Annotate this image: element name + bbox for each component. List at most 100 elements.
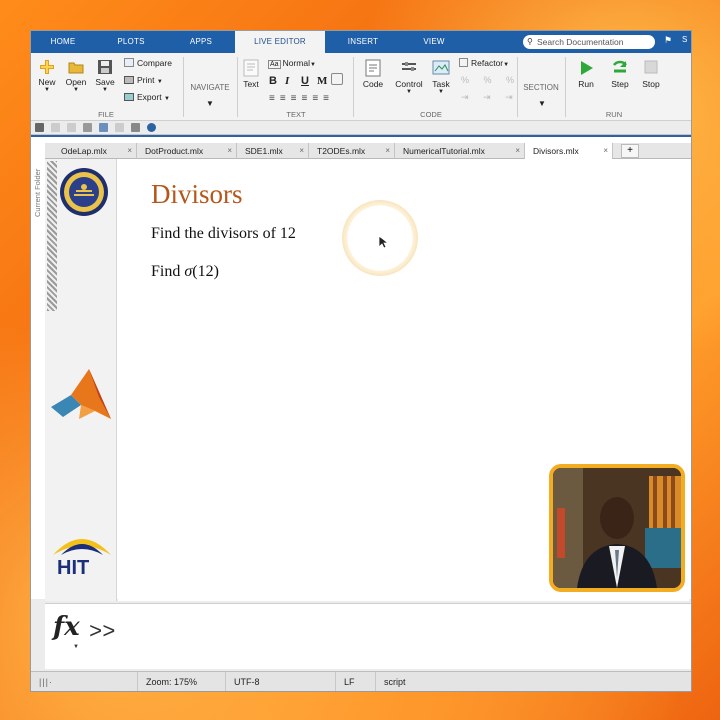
file-tab-t2odes[interactable]: T2ODEs.mlx ×: [309, 143, 395, 159]
control-button[interactable]: Control ▼: [391, 59, 427, 95]
copy-icon[interactable]: [67, 123, 76, 132]
undo-icon[interactable]: [99, 123, 108, 132]
section-bar: [47, 161, 57, 311]
run-button[interactable]: Run: [573, 59, 599, 89]
line-ending-status: LF: [335, 672, 375, 691]
code-icon: [365, 59, 381, 77]
command-prompt: >>: [89, 620, 116, 645]
style-dropdown[interactable]: Aa Normal▼: [268, 58, 316, 69]
export-icon: [124, 93, 134, 101]
file-tabs: OdeLap.mlx × DotProduct.mlx × SDE1.mlx × T2…: [45, 143, 691, 159]
close-icon[interactable]: ×: [603, 143, 608, 159]
document-line-1[interactable]: Find the divisors of 12: [151, 225, 296, 243]
close-icon[interactable]: ×: [299, 143, 304, 159]
chevron-down-icon: ▼: [73, 87, 79, 93]
tab-apps[interactable]: APPS: [167, 31, 235, 53]
tab-plots[interactable]: PLOTS: [95, 31, 167, 53]
line2-suffix: (12): [192, 263, 219, 280]
paragraph-format-icons[interactable]: ≡≡≡≡≡≡: [269, 93, 334, 104]
control-label: Control: [395, 79, 423, 89]
new-button[interactable]: New ▼: [35, 59, 59, 93]
close-icon[interactable]: ×: [227, 143, 232, 159]
university-seal-logo: [60, 168, 108, 216]
document-title[interactable]: Divisors: [151, 179, 243, 210]
command-window[interactable]: fx ▼ >>: [45, 603, 691, 669]
chevron-down-icon: ▼: [163, 96, 170, 102]
new-tab-button[interactable]: +: [621, 144, 639, 158]
refactor-dropdown[interactable]: Refactor▼: [459, 58, 509, 68]
presenter-video: [553, 468, 681, 588]
run-group-label: RUN: [605, 110, 623, 119]
step-button[interactable]: Step: [607, 59, 633, 89]
file-tab-divisors[interactable]: Divisors.mlx ×: [525, 143, 613, 159]
chevron-down-icon: ▼: [438, 89, 444, 95]
line2-prefix: Find: [151, 263, 185, 280]
monospace-button[interactable]: M: [317, 75, 327, 87]
code-button[interactable]: Code: [359, 59, 387, 89]
chevron-down-icon: ▼: [156, 79, 163, 85]
tab-insert[interactable]: INSERT: [325, 31, 401, 53]
file-tab-sde1[interactable]: SDE1.mlx ×: [237, 143, 309, 159]
export-button[interactable]: Export ▼: [124, 92, 170, 102]
switch-window-icon[interactable]: [131, 123, 140, 132]
function-browser-icon[interactable]: fx: [53, 612, 80, 642]
paste-icon[interactable]: [83, 123, 92, 132]
chevron-down-icon: ▼: [503, 62, 510, 68]
encoding-status: UTF-8: [225, 672, 335, 691]
section-label: SECTION: [523, 83, 559, 92]
save-label: Save: [95, 77, 115, 87]
task-icon: [432, 60, 450, 75]
refactor-icon: [459, 58, 468, 67]
tab-view[interactable]: VIEW: [401, 31, 467, 53]
navigate-dropdown[interactable]: ▼: [201, 99, 219, 108]
current-folder-tab[interactable]: Current Folder: [33, 147, 45, 217]
matlab-window: HOME PLOTS APPS LIVE EDITOR INSERT VIEW …: [30, 30, 692, 692]
style-icon: Aa: [268, 60, 281, 69]
open-button[interactable]: Open ▼: [63, 59, 89, 93]
search-documentation-input[interactable]: ⚲ Search Documentation: [523, 35, 655, 49]
account-menu[interactable]: S: [682, 35, 687, 44]
task-label: Task: [432, 79, 450, 89]
file-tab-odelap[interactable]: OdeLap.mlx ×: [53, 143, 137, 159]
export-label: Export: [137, 92, 162, 102]
ribbon-divider: [353, 57, 354, 117]
italic-button[interactable]: I: [285, 75, 289, 87]
text-icon: [243, 59, 259, 77]
chevron-down-icon: ▼: [102, 87, 108, 93]
control-icon: [402, 62, 416, 71]
help-icon[interactable]: [147, 123, 156, 132]
refactor-label: Refactor: [471, 58, 504, 68]
save-small-icon[interactable]: [35, 123, 44, 132]
text-group-label: TEXT: [286, 110, 306, 119]
clear-format-icon[interactable]: [331, 73, 343, 85]
tab-live-editor[interactable]: LIVE EDITOR: [235, 31, 325, 53]
cut-icon[interactable]: [51, 123, 60, 132]
open-label: Open: [65, 77, 87, 87]
ribbon-divider: [517, 57, 518, 117]
bell-icon[interactable]: ⚑: [664, 35, 672, 46]
compare-button[interactable]: Compare: [124, 58, 172, 68]
chevron-down-icon[interactable]: ▼: [73, 644, 79, 650]
chevron-down-icon: ▼: [309, 62, 316, 68]
status-grip: |||·: [39, 677, 54, 687]
toolstrip-tabbar: HOME PLOTS APPS LIVE EDITOR INSERT VIEW …: [31, 31, 691, 53]
close-icon[interactable]: ×: [385, 143, 390, 159]
file-tab-label: T2ODEs.mlx: [317, 146, 366, 156]
section-dropdown[interactable]: ▼: [533, 99, 551, 108]
save-button[interactable]: Save ▼: [93, 59, 117, 93]
close-icon[interactable]: ×: [127, 143, 132, 159]
file-tab-numericaltutorial[interactable]: NumericalTutorial.mlx ×: [395, 143, 525, 159]
insert-text-button[interactable]: Text: [239, 59, 263, 89]
underline-button[interactable]: U: [301, 75, 309, 87]
style-label: Normal: [282, 58, 310, 68]
print-button[interactable]: Print ▼: [124, 75, 163, 85]
bold-button[interactable]: B: [269, 75, 277, 87]
file-tab-dotproduct[interactable]: DotProduct.mlx ×: [137, 143, 237, 159]
task-button[interactable]: Task ▼: [429, 59, 453, 95]
redo-icon[interactable]: [115, 123, 124, 132]
document-line-2[interactable]: Find σ(12): [151, 263, 219, 281]
tab-home[interactable]: HOME: [31, 31, 95, 53]
file-tab-label: Divisors.mlx: [533, 146, 579, 156]
close-icon[interactable]: ×: [515, 143, 520, 159]
stop-button[interactable]: Stop: [639, 59, 663, 89]
